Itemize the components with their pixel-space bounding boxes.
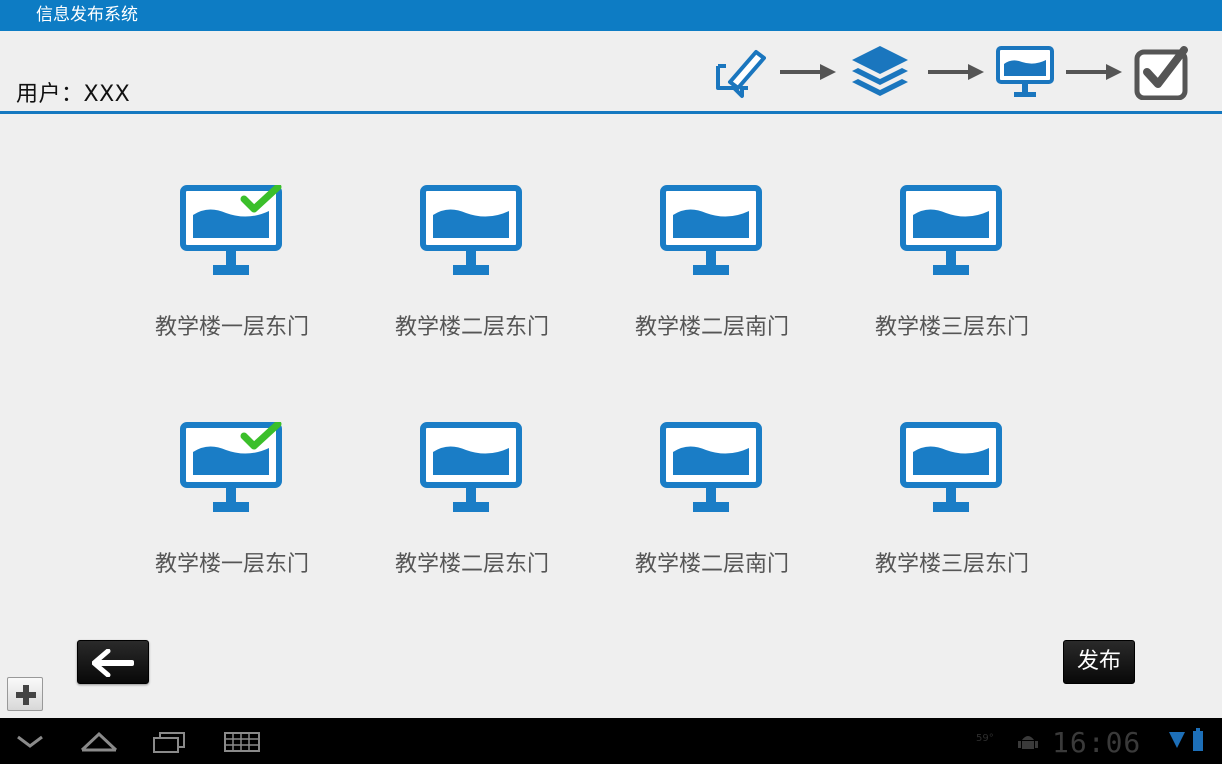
- app-title-bar: 信息发布系统: [0, 0, 1222, 31]
- system-navigation-bar: 59° 16:06: [0, 718, 1222, 764]
- header-divider: [0, 111, 1222, 114]
- clock: 16:06: [1052, 726, 1142, 759]
- recent-apps-icon[interactable]: [152, 731, 186, 753]
- terminal-label: 教学楼一层东门: [154, 552, 309, 577]
- monitor-icon: [996, 46, 1054, 97]
- step-arrow: [1066, 64, 1122, 84]
- app-title: 信息发布系统: [36, 5, 138, 25]
- monitor-icon: [660, 422, 762, 512]
- plus-icon: [16, 685, 36, 705]
- android-debug-icon: [1018, 736, 1038, 749]
- monitor-icon: [420, 185, 522, 275]
- terminal-item[interactable]: 教学楼二层南门: [612, 185, 812, 341]
- terminal-label: 教学楼二层南门: [634, 552, 789, 577]
- battery-icon: [1193, 728, 1203, 751]
- terminal-label: 教学楼二层南门: [634, 315, 789, 340]
- home-icon[interactable]: [80, 730, 118, 752]
- step-arrow: [780, 64, 836, 84]
- terminal-label: 教学楼三层东门: [874, 315, 1029, 340]
- terminal-item[interactable]: 教学楼三层东门: [852, 185, 1052, 341]
- step-layers[interactable]: [850, 44, 910, 100]
- terminal-item[interactable]: 教学楼二层南门: [612, 422, 812, 578]
- add-button[interactable]: [7, 677, 43, 711]
- terminal-item[interactable]: 教学楼二层东门: [372, 422, 572, 578]
- terminal-label: 教学楼一层东门: [154, 315, 309, 340]
- terminal-item[interactable]: 教学楼一层东门: [132, 185, 332, 341]
- monitor-icon: [180, 422, 282, 512]
- monitor-icon: [420, 422, 522, 512]
- terminal-label: 教学楼三层东门: [874, 552, 1029, 577]
- wifi-icon: [1169, 732, 1185, 748]
- terminal-item[interactable]: 教学楼一层东门: [132, 422, 332, 578]
- step-confirm[interactable]: [1134, 44, 1192, 100]
- user-label: 用户：XXX: [16, 82, 131, 107]
- keyboard-icon[interactable]: [224, 732, 260, 752]
- monitor-icon: [900, 422, 1002, 512]
- terminal-label: 教学楼二层东门: [394, 552, 549, 577]
- arrow-left-icon: [92, 649, 134, 677]
- terminal-item[interactable]: 教学楼二层东门: [372, 185, 572, 341]
- terminal-item[interactable]: 教学楼三层东门: [852, 422, 1052, 578]
- temperature-indicator: 59°: [976, 733, 994, 744]
- layers-icon: [852, 46, 908, 96]
- monitor-icon: [660, 185, 762, 275]
- edit-note-icon: [716, 50, 766, 98]
- step-monitor[interactable]: [996, 46, 1054, 100]
- step-arrow: [928, 64, 984, 84]
- publish-button[interactable]: 发布: [1063, 640, 1135, 684]
- step-edit[interactable]: [712, 44, 766, 100]
- back-icon[interactable]: [16, 735, 44, 749]
- back-button[interactable]: [77, 640, 149, 684]
- checkbox-checked-icon: [1134, 46, 1188, 100]
- terminal-label: 教学楼二层东门: [394, 315, 549, 340]
- monitor-icon: [900, 185, 1002, 275]
- monitor-icon: [180, 185, 282, 275]
